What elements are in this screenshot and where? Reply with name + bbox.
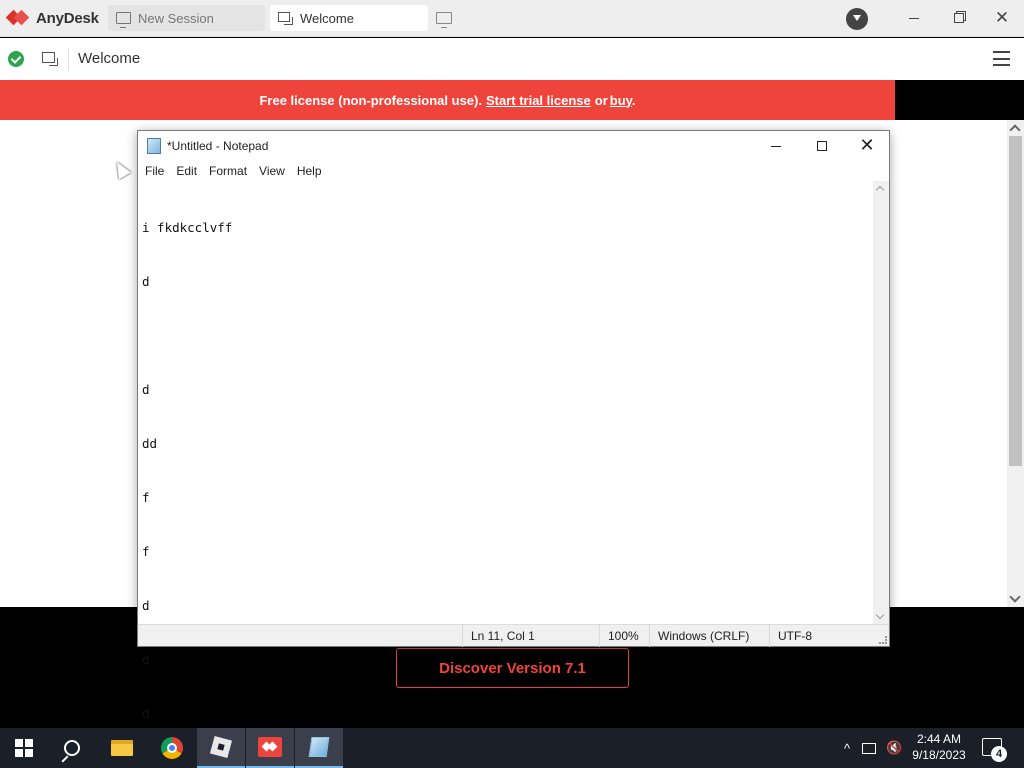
notepad-icon bbox=[308, 737, 330, 757]
notepad-minimize-button[interactable] bbox=[753, 131, 799, 161]
volume-muted-icon[interactable]: 🔇 bbox=[886, 728, 906, 768]
buy-link[interactable]: buy bbox=[610, 93, 632, 108]
search-icon bbox=[64, 740, 80, 756]
clock-time: 2:44 AM bbox=[916, 732, 962, 746]
text-line: dd bbox=[142, 436, 158, 451]
menu-format[interactable]: Format bbox=[203, 164, 253, 178]
restore-button[interactable] bbox=[939, 5, 979, 31]
status-zoom: 100% bbox=[599, 625, 649, 647]
notification-count-badge: 4 bbox=[991, 746, 1007, 762]
notepad-close-button[interactable]: ✕ bbox=[844, 131, 890, 161]
scroll-up-icon[interactable] bbox=[875, 185, 885, 195]
menu-help[interactable]: Help bbox=[291, 164, 328, 178]
folder-icon bbox=[111, 740, 133, 756]
text-line: d bbox=[142, 598, 150, 613]
notepad-window: *Untitled - Notepad ✕ File Edit Format V… bbox=[137, 130, 890, 768]
notepad-text-area[interactable]: i fkdkcclvff d d dd f f d d d bbox=[138, 181, 873, 768]
license-banner: Free license (non-professional use). Sta… bbox=[0, 80, 895, 120]
tab-label: New Session bbox=[138, 10, 214, 26]
download-icon[interactable] bbox=[846, 8, 868, 30]
welcome-icon[interactable] bbox=[42, 52, 59, 67]
license-period: . bbox=[631, 92, 636, 108]
scroll-down-icon[interactable] bbox=[1009, 591, 1021, 603]
clock[interactable]: 2:44 AM 9/18/2023 bbox=[908, 731, 970, 763]
status-encoding: UTF-8 bbox=[769, 625, 879, 647]
windows-start-icon bbox=[15, 739, 33, 757]
text-line: f bbox=[142, 544, 150, 559]
text-line bbox=[142, 327, 869, 345]
taskbar-roblox[interactable] bbox=[197, 728, 245, 768]
anydesk-toolbar: Welcome bbox=[0, 38, 1024, 80]
status-line-endings: Windows (CRLF) bbox=[649, 625, 769, 647]
taskbar: ^ 🔇 2:44 AM 9/18/2023 4 bbox=[0, 728, 1024, 768]
tab-label: Welcome bbox=[300, 10, 354, 26]
network-icon[interactable] bbox=[862, 728, 882, 768]
clock-date: 9/18/2023 bbox=[912, 748, 966, 762]
welcome-icon bbox=[278, 11, 293, 25]
status-position: Ln 11, Col 1 bbox=[462, 625, 599, 647]
minimize-button[interactable] bbox=[894, 5, 934, 31]
license-or: or bbox=[594, 92, 608, 108]
start-button[interactable] bbox=[0, 728, 48, 768]
menu-view[interactable]: View bbox=[253, 164, 291, 178]
taskbar-anydesk[interactable] bbox=[246, 728, 294, 768]
anydesk-scrollbar[interactable] bbox=[1007, 120, 1024, 607]
anydesk-logo-icon bbox=[5, 8, 30, 28]
new-tab-icon[interactable] bbox=[436, 12, 452, 28]
tab-welcome[interactable]: Welcome bbox=[270, 5, 428, 31]
taskbar-chrome[interactable] bbox=[148, 728, 196, 768]
text-line: i fkdkcclvff bbox=[142, 220, 233, 235]
notepad-maximize-button[interactable] bbox=[799, 131, 845, 161]
text-line: d bbox=[142, 274, 150, 289]
notepad-menubar: File Edit Format View Help bbox=[138, 161, 889, 181]
notepad-statusbar: Ln 11, Col 1 100% Windows (CRLF) UTF-8 bbox=[138, 624, 889, 647]
anydesk-icon bbox=[258, 737, 282, 757]
text-line: d bbox=[142, 652, 150, 667]
taskbar-file-explorer[interactable] bbox=[98, 728, 146, 768]
scroll-up-icon[interactable] bbox=[1009, 124, 1021, 136]
text-line: f bbox=[142, 490, 150, 505]
chevron-up-icon: ^ bbox=[843, 740, 851, 756]
show-hidden-icons-button[interactable]: ^ bbox=[838, 728, 856, 768]
anydesk-logo: AnyDesk bbox=[5, 8, 99, 28]
start-trial-link[interactable]: Start trial license bbox=[486, 93, 591, 108]
connected-check-icon bbox=[8, 51, 24, 67]
chrome-icon bbox=[161, 737, 183, 759]
app-name: AnyDesk bbox=[36, 9, 99, 27]
toolbar-title: Welcome bbox=[78, 50, 141, 67]
scroll-down-icon[interactable] bbox=[875, 610, 885, 620]
notepad-scrollbar[interactable] bbox=[873, 181, 889, 624]
tab-new-session[interactable]: New Session bbox=[108, 5, 265, 31]
notepad-icon bbox=[147, 138, 161, 154]
notepad-titlebar[interactable]: *Untitled - Notepad ✕ bbox=[138, 131, 889, 161]
taskbar-notepad[interactable] bbox=[295, 728, 343, 768]
menu-icon[interactable] bbox=[993, 51, 1010, 66]
roblox-icon bbox=[209, 735, 233, 759]
scroll-thumb[interactable] bbox=[1009, 136, 1022, 466]
menu-edit[interactable]: Edit bbox=[170, 164, 203, 178]
close-button[interactable]: ✕ bbox=[982, 5, 1022, 31]
anydesk-titlebar: AnyDesk New Session Welcome ✕ bbox=[0, 0, 1024, 37]
license-text: Free license (non-professional use). bbox=[259, 92, 482, 108]
resize-grip-icon[interactable] bbox=[879, 636, 887, 644]
menu-file[interactable]: File bbox=[139, 164, 170, 178]
taskbar-search-button[interactable] bbox=[48, 728, 96, 768]
monitor-icon bbox=[116, 12, 131, 28]
divider bbox=[68, 48, 69, 70]
text-line: d bbox=[142, 382, 150, 397]
notepad-title: *Untitled - Notepad bbox=[167, 139, 269, 153]
text-line: d bbox=[142, 706, 150, 721]
